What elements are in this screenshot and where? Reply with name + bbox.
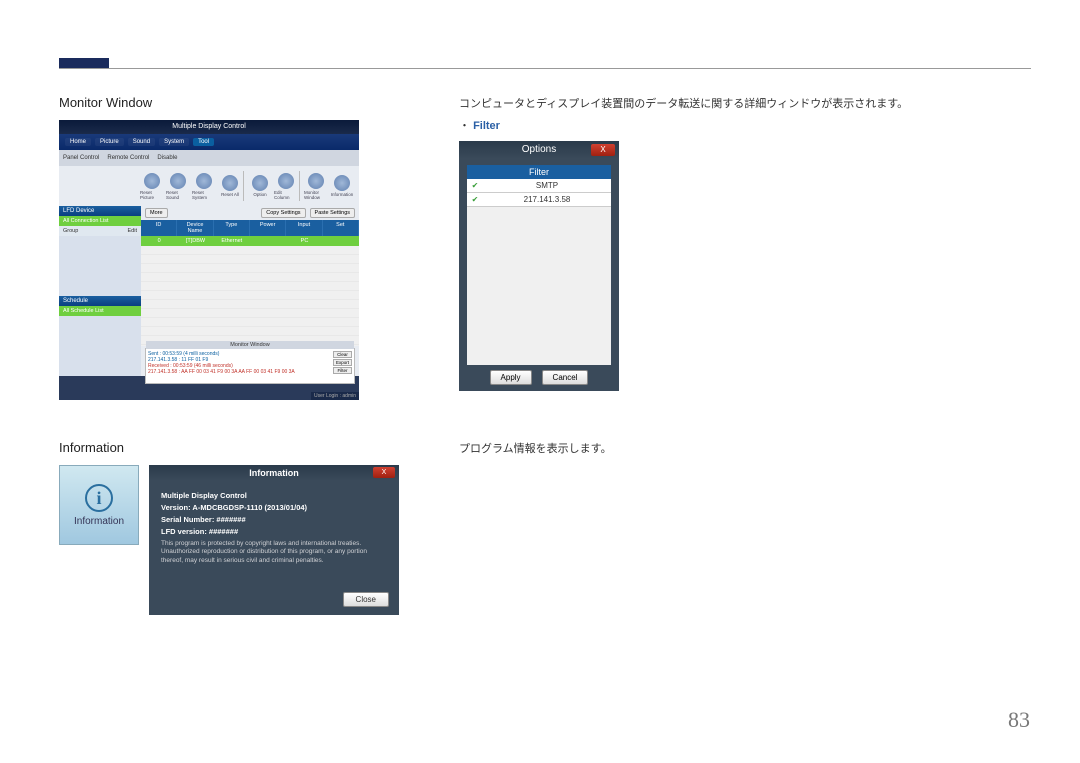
filter-label: Filter [473, 120, 500, 132]
table-row[interactable]: 0[T]DBWEthernetPC [141, 236, 359, 246]
mdc-footer: User Login : admin [311, 392, 359, 400]
opt-panel: Panel Control [63, 155, 99, 161]
section-information: Information i Information Information X … [59, 440, 1031, 615]
menu-tool[interactable]: Tool [193, 138, 214, 146]
opt-disable[interactable]: Disable [157, 155, 177, 161]
icon-reset-picture[interactable]: Reset Picture [140, 169, 164, 203]
side-all-sched[interactable]: All Schedule List [59, 306, 141, 316]
information-desc: プログラム情報を表示します。 [459, 440, 1031, 456]
btn-paste[interactable]: Paste Settings [310, 208, 355, 218]
monitor-desc: コンピュータとディスプレイ装置間のデータ転送に関する詳細ウィンドウが表示されます… [459, 95, 1031, 111]
btn-copy[interactable]: Copy Settings [261, 208, 305, 218]
monitor-panel: Monitor Window Sent : 00:53:59 (4 milli … [145, 348, 355, 384]
side-all-conn[interactable]: All Connection List [59, 216, 141, 226]
page-content: Monitor Window Multiple Display Control … [59, 95, 1031, 655]
close-button[interactable]: Close [343, 592, 389, 607]
info-program: Multiple Display Control [161, 491, 387, 500]
options-dialog: Options X Filter ✔ SMTP ✔ 217.141.3.58 A… [459, 141, 619, 391]
mdc-window: Multiple Display Control Home Picture So… [59, 120, 359, 400]
options-header: Filter [467, 165, 611, 179]
info-serial: Serial Number: ####### [161, 515, 387, 524]
info-notice: This program is protected by copyright l… [161, 540, 387, 565]
check-icon[interactable]: ✔ [467, 181, 483, 190]
icon-edit-column[interactable]: Edit Column [274, 169, 298, 203]
header-rule [59, 68, 1031, 69]
mdc-icon-row: Reset Picture Reset Sound Reset System R… [59, 166, 359, 206]
filter-bullet: ・ Filter [459, 117, 1031, 133]
table-head: IDDevice NameTypePowerInputSet [141, 220, 359, 236]
info-icon: i [85, 484, 113, 512]
options-close-icon[interactable]: X [591, 144, 615, 156]
mdc-main: More Copy Settings Paste Settings IDDevi… [141, 206, 359, 376]
side-group-row[interactable]: GroupEdit [59, 226, 141, 236]
icon-option[interactable]: Option [248, 169, 272, 203]
btn-more[interactable]: More [145, 208, 168, 218]
mdc-menubar: Home Picture Sound System Tool [59, 134, 359, 150]
opt-remote: Remote Control [107, 155, 149, 161]
cancel-button[interactable]: Cancel [542, 370, 589, 385]
side-lfd[interactable]: LFD Device [59, 206, 141, 216]
information-tile[interactable]: i Information [59, 465, 139, 545]
table-grid [141, 246, 359, 346]
info-tile-label: Information [74, 516, 124, 527]
btn-export[interactable]: Export [333, 359, 352, 366]
mdc-sidebar: LFD Device All Connection List GroupEdit… [59, 206, 141, 376]
monitor-heading: Monitor Window [59, 95, 409, 110]
header-accent [59, 58, 109, 68]
mdc-optbar: Panel Control Remote Control Disable [59, 150, 359, 166]
info-close-icon[interactable]: X [373, 467, 395, 478]
icon-reset-sound[interactable]: Reset Sound [166, 169, 190, 203]
menu-sound[interactable]: Sound [128, 138, 155, 146]
menu-system[interactable]: System [159, 138, 189, 146]
information-heading: Information [59, 440, 409, 455]
check-icon[interactable]: ✔ [467, 195, 483, 204]
icon-monitor-window[interactable]: Monitor Window [304, 169, 328, 203]
apply-button[interactable]: Apply [490, 370, 532, 385]
icon-reset-system[interactable]: Reset System [192, 169, 216, 203]
mon-recv-data: 217.141.3.58 : AA FF 00 03 41 F9 00 3A A… [148, 369, 352, 375]
side-schedule[interactable]: Schedule [59, 296, 141, 306]
page-number: 83 [1008, 707, 1030, 733]
icon-reset-all[interactable]: Reset All [218, 169, 242, 203]
info-dialog-title: Information [149, 465, 399, 481]
mdc-titlebar: Multiple Display Control [59, 120, 359, 134]
icon-information[interactable]: Information [330, 169, 354, 203]
info-version: Version: A-MDCBGDSP-1110 (2013/01/04) [161, 503, 387, 512]
options-row[interactable]: ✔ SMTP [467, 179, 611, 193]
btn-filter[interactable]: Filter [333, 367, 352, 374]
btn-clear[interactable]: Clear [333, 351, 352, 358]
section-monitor: Monitor Window Multiple Display Control … [59, 95, 1031, 400]
information-dialog: Information X Multiple Display Control V… [149, 465, 399, 615]
info-lfd: LFD version: ####### [161, 527, 387, 536]
menu-home[interactable]: Home [65, 138, 91, 146]
options-row[interactable]: ✔ 217.141.3.58 [467, 193, 611, 207]
monitor-panel-title: Monitor Window [146, 341, 354, 349]
menu-picture[interactable]: Picture [95, 138, 124, 146]
